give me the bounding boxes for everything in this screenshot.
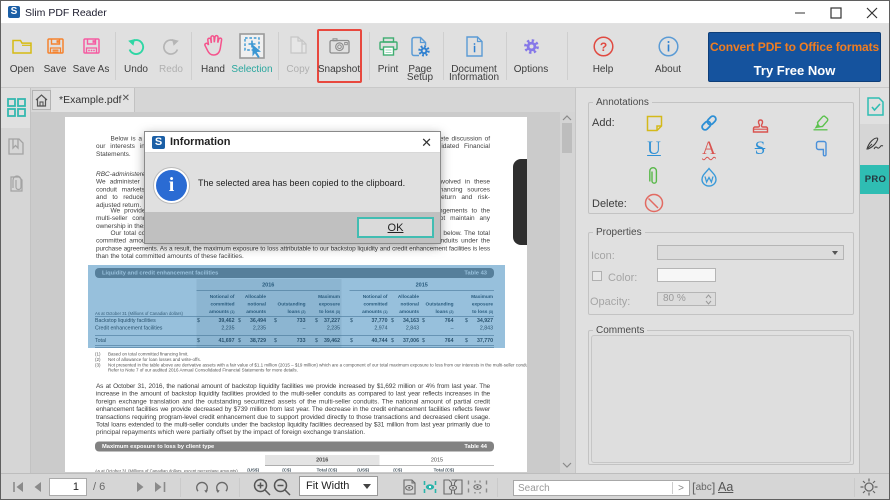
- svg-text:?: ?: [599, 40, 606, 54]
